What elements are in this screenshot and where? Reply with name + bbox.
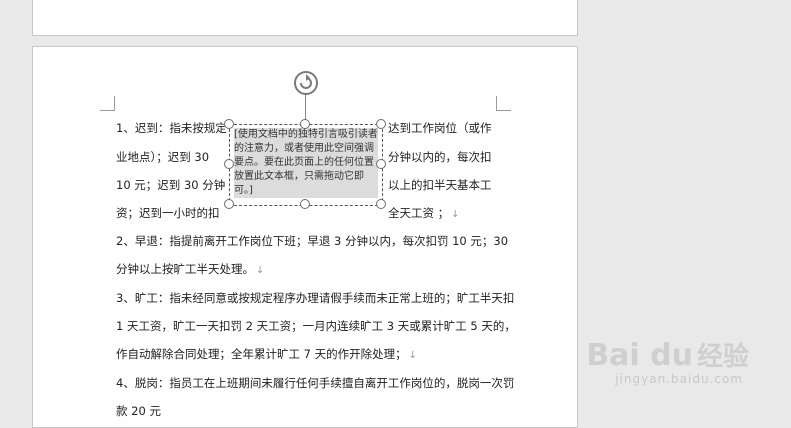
text-line-content: 全天工资 ； — [388, 206, 450, 220]
resize-handle-bottom[interactable] — [300, 199, 310, 209]
paragraph-mark-icon: ↓ — [451, 209, 460, 220]
text-line[interactable]: 分钟以上按旷工半天处理。 ↓ — [116, 261, 264, 279]
text-line-content: 作自动解除合同处理；全年累计旷工 7 天的作开除处理； — [116, 347, 407, 361]
baidu-logo: Bai du — [586, 338, 693, 373]
text-line[interactable]: 10 元；迟到 30 分钟 — [116, 177, 225, 193]
previous-page — [32, 0, 578, 36]
text-line[interactable]: 资；迟到一小时的扣 — [116, 205, 220, 221]
resize-handle-bottom-right[interactable] — [376, 199, 386, 209]
text-line[interactable]: 达到工作岗位（或作 — [388, 120, 492, 136]
watermark-url: jingyan.baidu.com — [615, 372, 743, 386]
margin-corner-top-right — [496, 96, 511, 111]
resize-handle-bottom-left[interactable] — [224, 199, 234, 209]
resize-handle-left[interactable] — [224, 159, 234, 169]
resize-handle-right[interactable] — [376, 159, 386, 169]
text-line[interactable]: 1、迟到：指未按规定 — [116, 120, 227, 136]
text-box-content[interactable]: [使用文档中的独特引言吸引读者的注意力，或者使用此空间强调要点。要在此页面上的任… — [234, 128, 378, 198]
resize-handle-top[interactable] — [300, 119, 310, 129]
baidu-watermark: Bai du 经验 — [586, 336, 749, 373]
paragraph-mark-icon: ↓ — [408, 350, 418, 361]
margin-corner-top-left — [100, 96, 115, 111]
text-line[interactable]: 全天工资 ； ↓ — [388, 205, 460, 223]
text-line-content: 分钟以上按旷工半天处理。 — [116, 262, 254, 276]
text-line[interactable]: 分钟以内的，每次扣 — [388, 149, 492, 165]
text-line[interactable]: 作自动解除合同处理；全年累计旷工 7 天的作开除处理； ↓ — [116, 346, 417, 364]
text-line[interactable]: 3、旷工：指未经同意或按规定程序办理请假手续而未正常上班的；旷工半天扣 — [116, 290, 514, 306]
rotate-handle-icon[interactable] — [293, 70, 319, 96]
text-line[interactable]: 款 20 元 — [116, 403, 161, 419]
resize-handle-top-right[interactable] — [376, 119, 386, 129]
watermark-label: 经验 — [696, 342, 749, 372]
rotate-stem — [305, 94, 306, 122]
text-line[interactable]: 4、脱岗：指员工在上班期间未履行任何手续擅自离开工作岗位的，脱岗一次罚 — [116, 375, 514, 391]
resize-handle-top-left[interactable] — [224, 119, 234, 129]
text-line[interactable]: 以上的扣半天基本工 — [388, 177, 492, 193]
paragraph-mark-icon: ↓ — [256, 265, 265, 276]
text-line[interactable]: 业地点）；迟到 30 — [116, 149, 209, 165]
text-line[interactable]: 1 天工资，旷工一天扣罚 2 天工资；一月内连续旷工 3 天或累计旷工 5 天的… — [116, 318, 516, 334]
text-line[interactable]: 2、早退：指提前离开工作岗位下班；早退 3 分钟以内，每次扣罚 10 元；30 — [116, 233, 508, 249]
